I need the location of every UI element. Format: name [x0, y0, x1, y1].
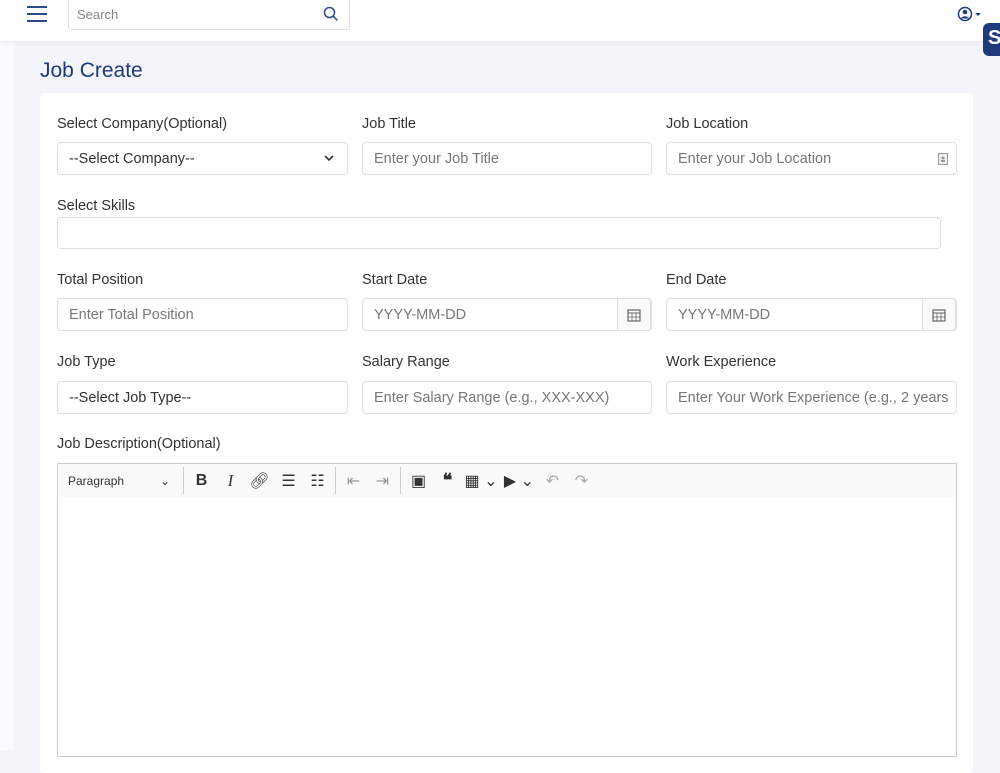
description-label: Job Description(Optional) — [57, 436, 221, 452]
numbered-list-button[interactable]: ☷ — [303, 467, 332, 495]
user-menu[interactable] — [957, 6, 987, 27]
job-location-placeholder: Enter your Job Location — [678, 151, 832, 167]
paragraph-format-dropdown[interactable]: Paragraph ⌄ — [68, 474, 180, 488]
job-location-input[interactable]: Enter your Job Location — [666, 142, 957, 175]
quote-icon: ❝ — [442, 470, 453, 490]
contact-card-icon — [938, 153, 948, 165]
italic-icon: I — [227, 470, 234, 490]
salary-input[interactable]: Enter Salary Range (e.g., XXX-XXX) — [362, 381, 652, 414]
sidebar-strip — [0, 41, 14, 750]
link-icon: 🔗︎ — [249, 472, 270, 490]
insert-media-button[interactable]: ▶ ⌄ — [500, 467, 538, 495]
job-type-select[interactable]: --Select Job Type-- — [57, 381, 348, 414]
indent-button[interactable]: ⇥ — [368, 467, 397, 495]
experience-input[interactable]: Enter Your Work Experience (e.g., 2 year… — [666, 381, 957, 414]
start-date-calendar-button[interactable] — [617, 299, 651, 330]
company-select-value: --Select Company-- — [69, 151, 195, 167]
end-date-placeholder: YYYY-MM-DD — [678, 307, 771, 323]
description-editor[interactable] — [57, 497, 957, 757]
hamburger-menu-icon[interactable] — [27, 6, 47, 22]
outdent-icon: ⇤ — [346, 472, 361, 490]
floating-badge[interactable]: S — [983, 23, 1000, 56]
calendar-icon — [932, 308, 946, 322]
end-date-input[interactable]: YYYY-MM-DD — [666, 298, 957, 331]
total-position-label: Total Position — [57, 272, 144, 288]
job-title-label: Job Title — [362, 116, 416, 132]
link-button[interactable]: 🔗︎ — [245, 467, 274, 495]
user-circle-icon — [957, 6, 981, 22]
numbered-list-icon: ☷ — [310, 472, 325, 490]
company-select[interactable]: --Select Company-- — [57, 142, 348, 175]
start-date-label: Start Date — [362, 272, 428, 288]
insert-image-button[interactable]: ▣ — [404, 467, 433, 495]
skills-label: Select Skills — [57, 198, 136, 214]
image-icon: ▣ — [410, 472, 427, 490]
redo-icon: ↷ — [574, 472, 589, 490]
search-input[interactable] — [69, 0, 309, 29]
bold-button[interactable]: B — [187, 467, 216, 495]
redo-button[interactable]: ↷ — [567, 467, 596, 495]
undo-icon: ↶ — [545, 472, 560, 490]
insert-table-button[interactable]: ▦ ⌄ — [462, 467, 500, 495]
page-title: Job Create — [40, 59, 143, 82]
italic-button[interactable]: I — [216, 467, 245, 495]
start-date-input[interactable]: YYYY-MM-DD — [362, 298, 652, 331]
calendar-icon — [627, 308, 641, 322]
end-date-calendar-button[interactable] — [922, 299, 956, 330]
bulleted-list-button[interactable]: ☰ — [274, 467, 303, 495]
outdent-button[interactable]: ⇤ — [339, 467, 368, 495]
chevron-down-icon: ⌄ — [159, 473, 170, 488]
job-type-label: Job Type — [57, 354, 116, 370]
bulleted-list-icon: ☰ — [281, 472, 296, 490]
paragraph-format-value: Paragraph — [68, 473, 125, 488]
table-icon: ▦ ⌄ — [464, 472, 498, 490]
bold-icon: B — [195, 471, 208, 489]
media-icon: ▶ ⌄ — [503, 472, 535, 490]
company-label: Select Company(Optional) — [57, 116, 228, 132]
search-icon[interactable] — [323, 6, 339, 22]
blockquote-button[interactable]: ❝ — [433, 467, 462, 495]
job-location-label: Job Location — [666, 116, 749, 132]
indent-icon: ⇥ — [375, 472, 390, 490]
experience-label: Work Experience — [666, 354, 777, 370]
end-date-label: End Date — [666, 272, 727, 288]
editor-toolbar: Paragraph ⌄ B I 🔗︎ ☰ ☷ ⇤ ⇥ ▣ ❝ ▦ ⌄ ▶ ⌄ ↶ … — [57, 463, 957, 498]
salary-label: Salary Range — [362, 354, 450, 370]
job-title-input[interactable]: Enter your Job Title — [362, 142, 652, 175]
top-header — [0, 0, 1000, 41]
chevron-down-icon — [324, 155, 334, 162]
start-date-placeholder: YYYY-MM-DD — [374, 307, 467, 323]
skills-input[interactable] — [57, 217, 941, 249]
search-box — [68, 0, 350, 30]
total-position-input[interactable]: Enter Total Position — [57, 298, 348, 331]
undo-button[interactable]: ↶ — [538, 467, 567, 495]
